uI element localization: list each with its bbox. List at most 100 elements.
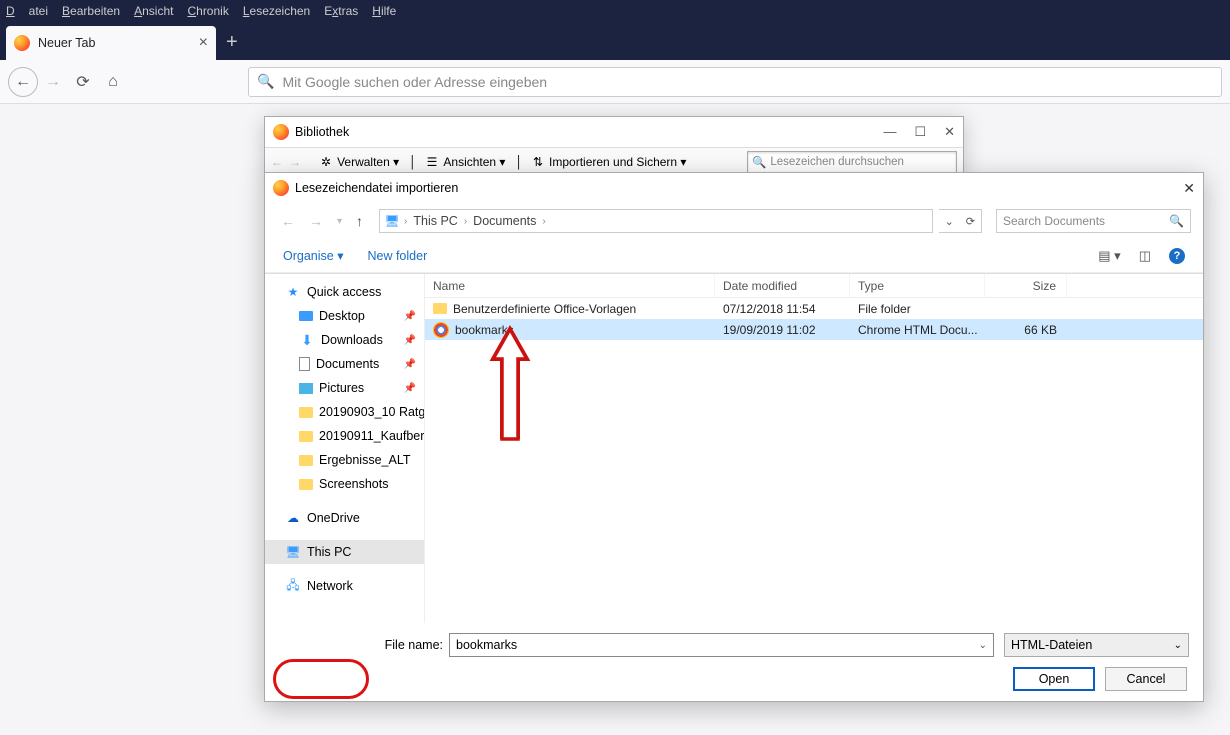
- library-titlebar[interactable]: Bibliothek — ☐ ✕: [265, 117, 963, 147]
- chevron-down-icon[interactable]: ⌄: [939, 215, 960, 228]
- home-button[interactable]: ⌂: [98, 67, 128, 97]
- lib-views[interactable]: Ansichten ▾: [443, 155, 505, 169]
- nav-documents[interactable]: Documents📌: [265, 352, 424, 376]
- nav-desktop[interactable]: Desktop📌: [265, 304, 424, 328]
- nav-network[interactable]: 🖧Network: [265, 574, 424, 598]
- desktop-icon: [299, 311, 313, 321]
- nav-folder-2[interactable]: 20190911_Kaufberat: [265, 424, 424, 448]
- recent-dropdown[interactable]: ▾: [333, 216, 346, 227]
- file-row[interactable]: Benutzerdefinierte Office-Vorlagen 07/12…: [425, 298, 1203, 319]
- pin-icon: 📌: [404, 383, 416, 394]
- help-icon[interactable]: ?: [1169, 248, 1185, 264]
- minimize-icon[interactable]: —: [883, 124, 896, 140]
- menu-view[interactable]: Ansicht: [134, 4, 173, 18]
- menu-bookmarks[interactable]: Lesezeichen: [243, 4, 310, 18]
- download-icon: ⬇: [299, 332, 315, 348]
- dialog-footer: File name: bookmarks ⌄ HTML-Dateien ⌄ Op…: [265, 623, 1203, 701]
- folder-icon: [299, 455, 313, 466]
- col-type[interactable]: Type: [850, 274, 985, 297]
- star-icon: ★: [285, 284, 301, 300]
- menu-extras[interactable]: Extras: [324, 4, 358, 18]
- lib-back-icon[interactable]: ←: [271, 155, 283, 169]
- col-name[interactable]: Name: [425, 274, 715, 297]
- dialog-title: Lesezeichendatei importieren: [295, 181, 458, 195]
- file-list: Name Date modified Type Size Benutzerdef…: [425, 274, 1203, 623]
- open-button[interactable]: Open: [1013, 667, 1095, 691]
- preview-pane-icon[interactable]: ◫: [1139, 248, 1151, 264]
- reload-button[interactable]: ⟳: [68, 67, 98, 97]
- lib-manage[interactable]: Verwalten ▾: [337, 155, 399, 169]
- close-icon[interactable]: ✕: [1183, 180, 1195, 197]
- annotation-circle: [273, 659, 369, 699]
- folder-icon: [433, 303, 447, 314]
- tab-title: Neuer Tab: [38, 36, 95, 50]
- breadcrumb-bar[interactable]: 🖥 › This PC › Documents ›: [379, 209, 933, 233]
- nav-this-pc[interactable]: 🖥This PC: [265, 540, 424, 564]
- menu-edit[interactable]: Bearbeiten: [62, 4, 120, 18]
- pc-icon: 🖥: [384, 213, 400, 229]
- file-row-selected[interactable]: bookmarks 19/09/2019 11:02 Chrome HTML D…: [425, 319, 1203, 340]
- view-mode-icon[interactable]: ▤ ▾: [1098, 248, 1120, 264]
- refresh-icon[interactable]: ⟳: [960, 215, 981, 228]
- back-button[interactable]: ←: [8, 67, 38, 97]
- menu-history[interactable]: Chronik: [187, 4, 228, 18]
- nav-onedrive[interactable]: ☁OneDrive: [265, 506, 424, 530]
- folder-icon: [299, 407, 313, 418]
- pictures-icon: [299, 383, 313, 394]
- nav-folder-4[interactable]: Screenshots: [265, 472, 424, 496]
- col-date[interactable]: Date modified: [715, 274, 850, 297]
- new-tab-button[interactable]: +: [226, 31, 238, 54]
- nav-folder-3[interactable]: Ergebnisse_ALT: [265, 448, 424, 472]
- chevron-down-icon[interactable]: ⌄: [979, 640, 987, 651]
- search-icon: 🔍: [257, 73, 274, 90]
- tab-new[interactable]: Neuer Tab ×: [6, 26, 216, 60]
- library-dialog: Bibliothek — ☐ ✕ ← → ✲ Verwalten ▾ │ ☰ A…: [264, 116, 964, 178]
- lib-forward-icon[interactable]: →: [289, 155, 301, 169]
- menu-help[interactable]: Hilfe: [372, 4, 396, 18]
- search-icon: 🔍: [752, 155, 766, 169]
- new-folder-button[interactable]: New folder: [367, 249, 427, 263]
- tool-row: Organise ▾ New folder ▤ ▾ ◫ ?: [265, 239, 1203, 273]
- nav-pictures[interactable]: Pictures📌: [265, 376, 424, 400]
- up-button[interactable]: ↑: [352, 213, 367, 229]
- lib-import[interactable]: Importieren und Sichern ▾: [549, 155, 686, 169]
- document-icon: [299, 357, 310, 371]
- chevron-right-icon: ›: [542, 216, 545, 227]
- dialog-titlebar[interactable]: Lesezeichendatei importieren ✕: [265, 173, 1203, 203]
- filename-input[interactable]: bookmarks ⌄: [449, 633, 994, 657]
- nav-pane: ★Quick access Desktop📌 ⬇Downloads📌 Docum…: [265, 274, 425, 623]
- organise-menu[interactable]: Organise ▾: [283, 248, 343, 263]
- tab-close-icon[interactable]: ×: [199, 34, 208, 52]
- back-button[interactable]: ←: [277, 213, 299, 229]
- list-icon: ☰: [427, 155, 438, 169]
- library-title: Bibliothek: [295, 125, 349, 139]
- onedrive-icon: ☁: [285, 510, 301, 526]
- nav-downloads[interactable]: ⬇Downloads📌: [265, 328, 424, 352]
- address-bar[interactable]: 🔍 Mit Google suchen oder Adresse eingebe…: [248, 67, 1222, 97]
- address-placeholder: Mit Google suchen oder Adresse eingeben: [282, 74, 547, 90]
- cancel-button[interactable]: Cancel: [1105, 667, 1187, 691]
- pin-icon: 📌: [404, 335, 416, 346]
- nav-toolbar: ← → ⟳ ⌂ 🔍 Mit Google suchen oder Adresse…: [0, 60, 1230, 104]
- maximize-icon[interactable]: ☐: [914, 124, 926, 140]
- crumb-documents[interactable]: Documents: [471, 214, 538, 228]
- nav-quick-access[interactable]: ★Quick access: [265, 280, 424, 304]
- forward-button[interactable]: →: [305, 213, 327, 229]
- pin-icon: 📌: [404, 359, 416, 370]
- chevron-right-icon: ›: [464, 216, 467, 227]
- pin-icon: 📌: [404, 311, 416, 322]
- menu-file[interactable]: Datei: [6, 4, 48, 18]
- folder-icon: [299, 479, 313, 490]
- library-search[interactable]: 🔍 Lesezeichen durchsuchen: [747, 151, 957, 173]
- col-size[interactable]: Size: [985, 274, 1067, 297]
- annotation-arrow-icon: [485, 324, 535, 444]
- chrome-icon: [433, 322, 449, 338]
- firefox-icon: [14, 35, 30, 51]
- filetype-select[interactable]: HTML-Dateien ⌄: [1004, 633, 1189, 657]
- crumb-thispc[interactable]: This PC: [411, 214, 459, 228]
- nav-folder-1[interactable]: 20190903_10 Ratgeb: [265, 400, 424, 424]
- forward-button[interactable]: →: [38, 67, 68, 97]
- search-documents[interactable]: Search Documents 🔍: [996, 209, 1191, 233]
- column-headers[interactable]: Name Date modified Type Size: [425, 274, 1203, 298]
- close-icon[interactable]: ✕: [944, 124, 955, 140]
